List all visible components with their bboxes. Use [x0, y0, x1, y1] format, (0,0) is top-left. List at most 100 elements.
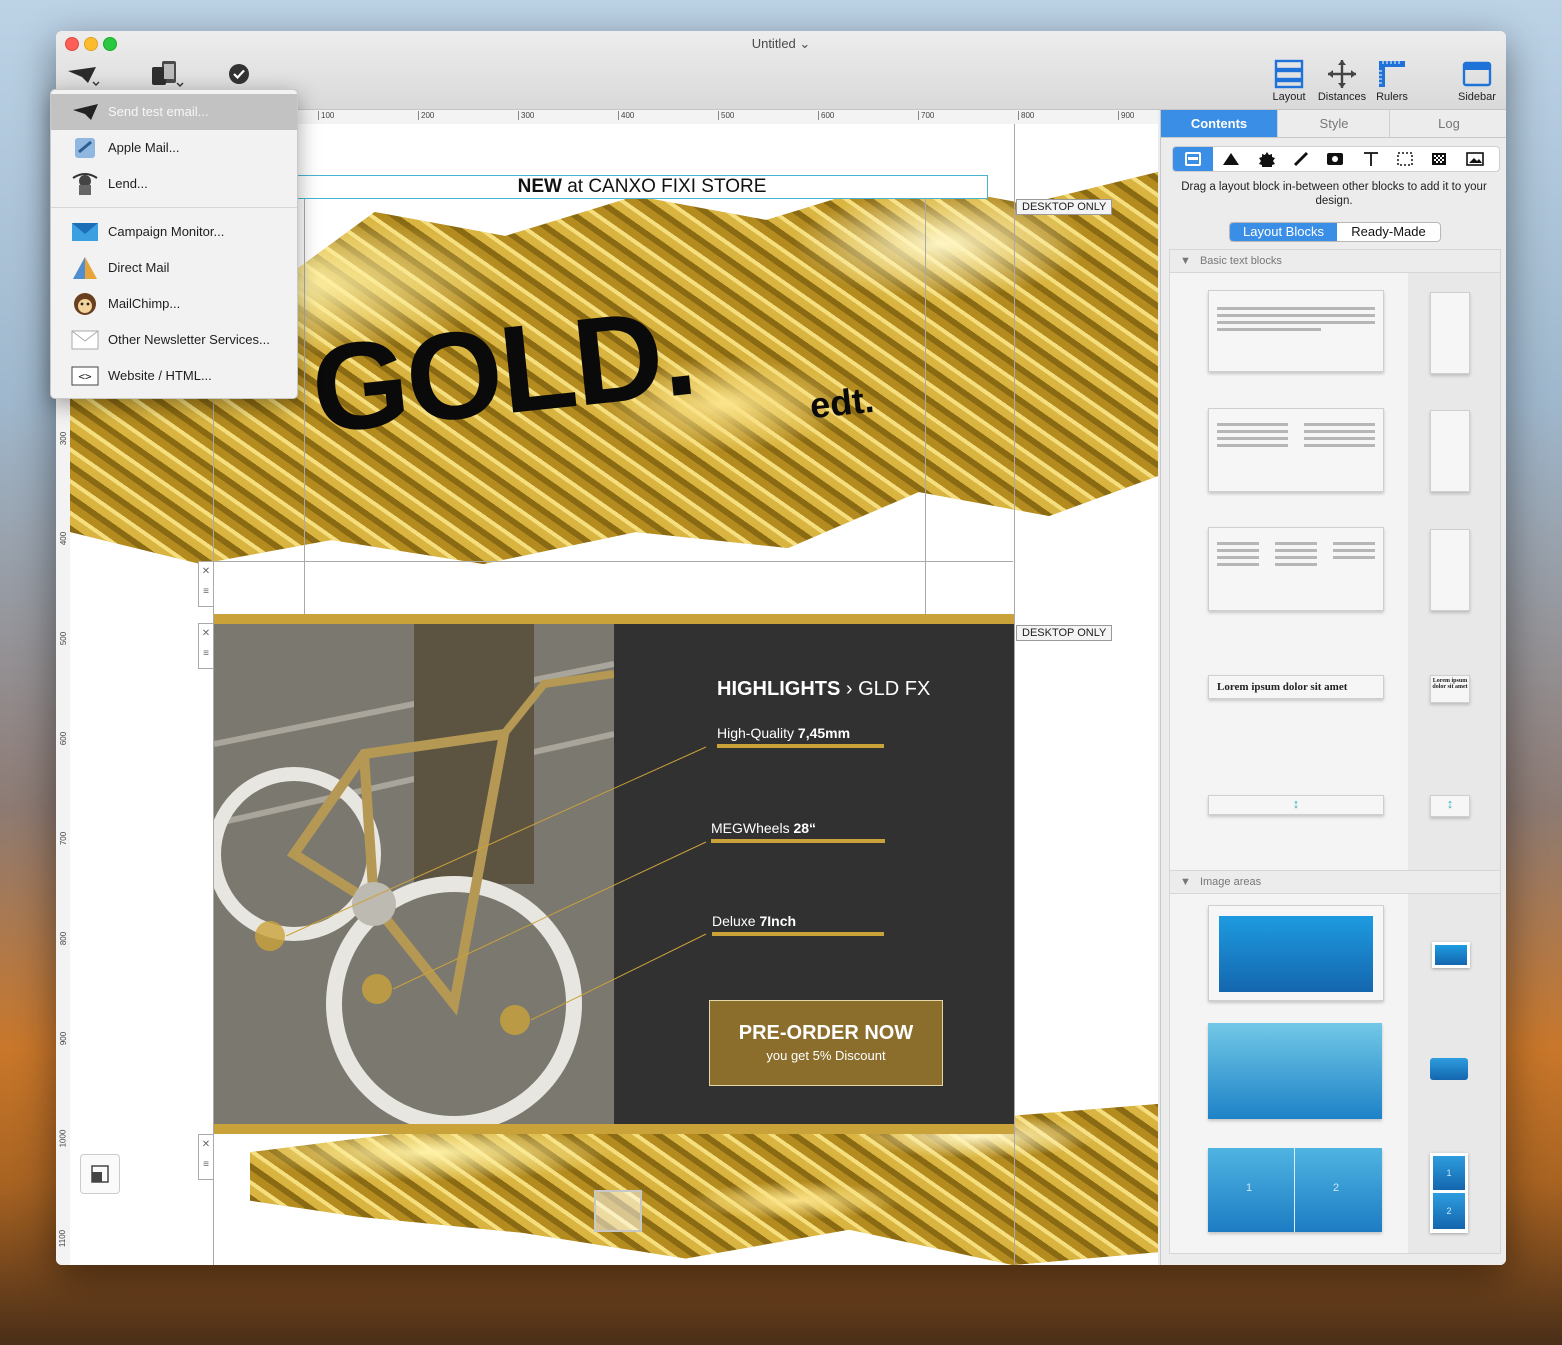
- block-handle[interactable]: ✕ ≡: [198, 623, 214, 669]
- spacer-block-mobile[interactable]: ↕: [1430, 795, 1470, 817]
- image-block-framed[interactable]: [1208, 905, 1384, 1001]
- ruler-tick: 700: [59, 831, 69, 846]
- image-block-two-column-mobile[interactable]: 1 2: [1430, 1153, 1468, 1233]
- menu-item-label: Website / HTML...: [108, 368, 212, 383]
- menu-item-send-test-email[interactable]: Send test email...: [51, 94, 297, 130]
- menu-item-other-newsletter[interactable]: Other Newsletter Services...: [51, 322, 297, 358]
- text-line: [1217, 321, 1375, 324]
- menu-item-label: Other Newsletter Services...: [108, 332, 270, 347]
- sidebar-button[interactable]: Sidebar: [1452, 59, 1502, 103]
- section-header-text-blocks[interactable]: ▼ Basic text blocks: [1170, 250, 1500, 273]
- row-guide: [213, 561, 1013, 562]
- preheader-text: at CANXO FIXI STORE: [561, 176, 767, 197]
- text-line: [1217, 307, 1375, 310]
- pattern-block-icon[interactable]: [1429, 151, 1449, 167]
- ruler-tick: 900: [1118, 111, 1134, 120]
- menu-item-label: Send test email...: [108, 104, 209, 119]
- menu-item-label: Apple Mail...: [108, 140, 180, 155]
- mobile-preview-column: [1408, 250, 1500, 1253]
- ruler-tick: 500: [59, 631, 69, 646]
- send-dropdown-menu: Send test email... Apple Mail... Lend...…: [50, 89, 298, 399]
- text-block-two-column[interactable]: [1208, 408, 1384, 492]
- menu-item-label: Direct Mail: [108, 260, 170, 275]
- image-block-framed-mobile[interactable]: [1432, 942, 1470, 968]
- column-number: 2: [1333, 1182, 1340, 1194]
- section-header-image-areas[interactable]: ▼ Image areas: [1170, 870, 1500, 894]
- distances-label: Distances: [1317, 91, 1367, 103]
- mailchimp-icon: [74, 293, 96, 315]
- preheader-block[interactable]: NEW at CANXO FIXI STORE: [296, 175, 988, 199]
- image-block-icon[interactable]: [1465, 151, 1485, 167]
- menu-item-website-html[interactable]: <> Website / HTML...: [51, 358, 297, 394]
- block-library-list[interactable]: ▼ Basic text blocks Lorem ipsum dolor si…: [1169, 249, 1501, 1254]
- resize-arrows-icon: ↕: [1446, 796, 1454, 811]
- canvas-overview-button[interactable]: [80, 1154, 120, 1194]
- ruler-tick: 500: [718, 111, 734, 120]
- drag-handle-icon[interactable]: ≡: [199, 582, 213, 602]
- headline-block[interactable]: Lorem ipsum dolor sit amet: [1208, 675, 1384, 699]
- overview-icon: [91, 1165, 109, 1183]
- menu-item-apple-mail[interactable]: Apple Mail...: [51, 130, 297, 166]
- text-block-two-column-mobile[interactable]: [1430, 410, 1470, 492]
- checkmark-icon: [229, 64, 249, 84]
- menu-item-label: Campaign Monitor...: [108, 224, 225, 239]
- segment-ready-made[interactable]: Ready-Made: [1337, 223, 1440, 241]
- block-type-selector: [1172, 146, 1500, 172]
- drag-handle-icon[interactable]: ≡: [199, 644, 213, 664]
- close-icon[interactable]: ✕: [199, 624, 213, 644]
- paper-plane-icon: [68, 67, 100, 86]
- desktop-only-tag[interactable]: DESKTOP ONLY: [1016, 199, 1113, 215]
- menu-item-direct-mail[interactable]: Direct Mail: [51, 250, 297, 286]
- distances-button[interactable]: Distances: [1314, 59, 1370, 103]
- desktop-only-tag[interactable]: DESKTOP ONLY: [1016, 625, 1113, 641]
- headline-block-mobile[interactable]: Lorem ipsum dolor sit amet: [1430, 675, 1470, 703]
- image-block-full-mobile[interactable]: [1430, 1058, 1468, 1080]
- text-line: [1217, 314, 1375, 317]
- code-icon: <>: [71, 366, 99, 386]
- preview-devices-button[interactable]: [148, 59, 184, 89]
- video-block-icon[interactable]: [1325, 151, 1345, 167]
- check-button[interactable]: [228, 63, 250, 85]
- close-icon[interactable]: ✕: [199, 562, 213, 582]
- tab-style[interactable]: Style: [1277, 110, 1390, 138]
- ruler-tick: 200: [418, 111, 434, 120]
- rulers-icon: [1379, 61, 1405, 87]
- shape-block-icon[interactable]: [1221, 151, 1241, 167]
- rulers-button[interactable]: Rulers: [1370, 59, 1414, 103]
- segment-layout-blocks[interactable]: Layout Blocks: [1230, 223, 1337, 241]
- menu-item-campaign-monitor[interactable]: Campaign Monitor...: [51, 214, 297, 250]
- menu-item-lend[interactable]: Lend...: [51, 166, 297, 202]
- tab-contents[interactable]: Contents: [1161, 110, 1277, 138]
- layout-block-type[interactable]: [1173, 147, 1213, 171]
- section-title: Image areas: [1199, 876, 1262, 888]
- ruler-tick: 800: [1018, 111, 1034, 120]
- image-block-two-column[interactable]: 1 2: [1208, 1148, 1382, 1232]
- rulers-label: Rulers: [1376, 91, 1408, 103]
- text-block-icon[interactable]: [1361, 150, 1381, 168]
- text-block-three-column-mobile[interactable]: [1430, 529, 1470, 611]
- layout-button[interactable]: Layout: [1264, 59, 1314, 103]
- send-menu-button[interactable]: [66, 63, 100, 89]
- column-number: 1: [1246, 1182, 1253, 1194]
- tab-log[interactable]: Log: [1389, 110, 1506, 138]
- menu-item-mailchimp[interactable]: MailChimp...: [51, 286, 297, 322]
- layout-block-icon: [1185, 152, 1201, 166]
- text-block-one-column[interactable]: [1208, 290, 1384, 372]
- text-block-one-column-mobile[interactable]: [1430, 292, 1470, 374]
- paper-plane-icon: [73, 104, 98, 120]
- devices-icon: [152, 61, 184, 87]
- column-number: 2: [1433, 1193, 1465, 1229]
- badge-block-icon[interactable]: [1257, 151, 1277, 167]
- drag-handle-icon[interactable]: ≡: [199, 1155, 213, 1175]
- close-icon[interactable]: ✕: [199, 1135, 213, 1155]
- spacer-block[interactable]: ↕: [1208, 795, 1384, 815]
- link-block-icon[interactable]: [1291, 151, 1311, 167]
- block-handle[interactable]: ✕ ≡: [198, 561, 214, 607]
- selection-block-icon[interactable]: [1395, 151, 1415, 167]
- block-handle[interactable]: ✕ ≡: [198, 1134, 214, 1180]
- image-block-full[interactable]: [1208, 1023, 1382, 1119]
- text-block-three-column[interactable]: [1208, 527, 1384, 611]
- ruler-tick: 900: [59, 1031, 69, 1046]
- lend-icon: [72, 173, 98, 195]
- image-placeholder-icon[interactable]: [594, 1190, 642, 1232]
